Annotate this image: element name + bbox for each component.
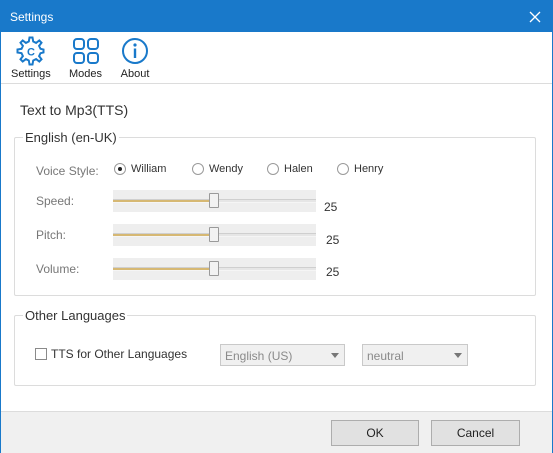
voice-radio-henry[interactable]: Henry [337, 163, 383, 175]
close-icon [529, 11, 541, 22]
radio-button[interactable] [267, 163, 279, 175]
main-content: Text to Mp3(TTS) English (en-UK) Voice S… [1, 85, 552, 411]
pitch-slider[interactable] [113, 224, 316, 246]
english-group-legend: English (en-UK) [23, 130, 119, 145]
voice-style-select-value: neutral [367, 349, 404, 363]
chevron-down-icon [454, 353, 462, 358]
toolbar-about-label: About [120, 68, 150, 80]
tts-other-languages-checkbox[interactable]: TTS for Other Languages [35, 347, 187, 361]
slider-fill [113, 268, 215, 270]
voice-radio-halen[interactable]: Halen [267, 163, 313, 175]
voice-label-wendy: Wendy [209, 163, 244, 175]
window-title: Settings [10, 10, 54, 24]
other-languages-legend: Other Languages [23, 308, 128, 323]
volume-label: Volume: [36, 262, 80, 276]
checkbox-box[interactable] [35, 348, 47, 360]
cancel-button[interactable]: Cancel [431, 420, 520, 446]
speed-slider[interactable] [113, 190, 316, 212]
voice-label-henry: Henry [354, 163, 384, 175]
voice-label-william: William [131, 163, 167, 175]
slider-fill [113, 234, 215, 236]
radio-button[interactable] [337, 163, 349, 175]
speed-value: 25 [324, 200, 338, 214]
voice-style-select[interactable]: neutral [362, 344, 468, 366]
toolbar-settings-label: Settings [11, 68, 51, 80]
volume-value: 25 [326, 265, 340, 279]
radio-button[interactable] [192, 163, 204, 175]
title-bar: Settings [1, 1, 552, 32]
slider-thumb[interactable] [209, 193, 219, 208]
tts-other-languages-label: TTS for Other Languages [51, 347, 188, 361]
language-select[interactable]: English (US) [220, 344, 345, 366]
slider-fill [113, 200, 215, 202]
settings-window: Settings C Settings Modes About Text to … [0, 0, 553, 453]
svg-text:C: C [27, 47, 35, 59]
toolbar: C Settings Modes About [1, 32, 552, 84]
close-button[interactable] [518, 1, 552, 32]
pitch-label: Pitch: [36, 228, 67, 242]
language-select-value: English (US) [225, 349, 293, 363]
toolbar-about-button[interactable]: About [120, 36, 150, 80]
info-icon [122, 38, 148, 64]
page-heading: Text to Mp3(TTS) [20, 102, 129, 118]
radio-button[interactable] [114, 163, 126, 175]
voice-radio-wendy[interactable]: Wendy [192, 163, 243, 175]
dialog-footer: OK Cancel [1, 411, 552, 453]
toolbar-modes-button[interactable]: Modes [69, 36, 102, 80]
slider-thumb[interactable] [209, 261, 219, 276]
speed-label: Speed: [36, 194, 75, 208]
chevron-down-icon [331, 353, 339, 358]
toolbar-modes-label: Modes [69, 68, 103, 80]
slider-thumb[interactable] [209, 227, 219, 242]
gear-icon: C [16, 36, 45, 66]
grid-icon [72, 38, 99, 64]
voice-style-label: Voice Style: [36, 164, 99, 178]
volume-slider[interactable] [113, 258, 316, 280]
toolbar-settings-button[interactable]: C Settings [11, 36, 51, 80]
ok-button[interactable]: OK [331, 420, 419, 446]
voice-radio-william[interactable]: William [114, 163, 166, 175]
pitch-value: 25 [326, 233, 340, 247]
voice-label-halen: Halen [284, 163, 313, 175]
